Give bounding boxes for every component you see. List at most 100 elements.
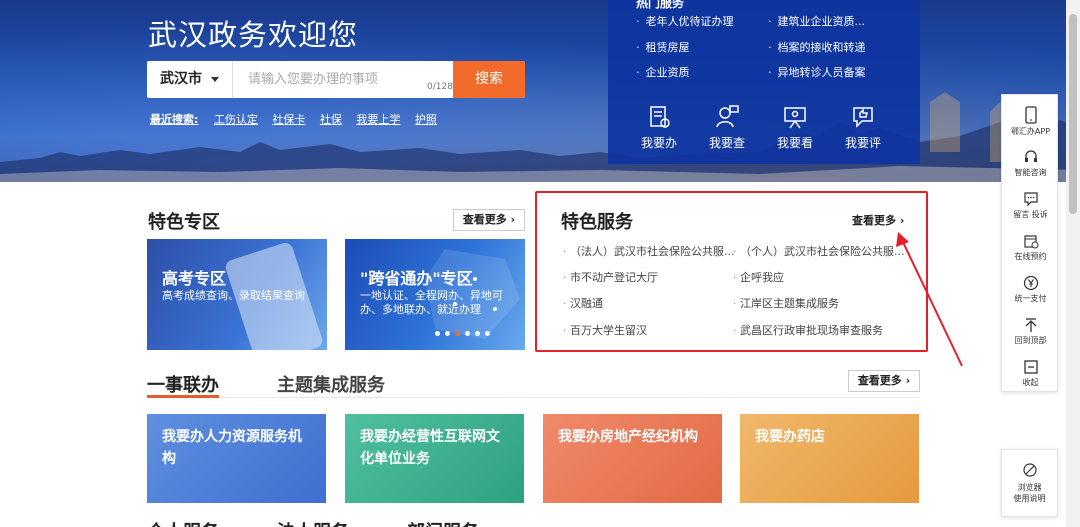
- carousel-dot[interactable]: [445, 331, 450, 336]
- sidebar-label: 智能咨询: [1014, 168, 1047, 177]
- tabs-more-button[interactable]: 查看更多 ›: [848, 370, 920, 392]
- sidebar-collapse[interactable]: 收起: [1002, 359, 1059, 388]
- carousel-dot-active[interactable]: [455, 331, 460, 336]
- thumbs-up-chat-icon: [853, 107, 873, 128]
- tab-divider: [147, 397, 920, 398]
- sidebar-consult[interactable]: 智能咨询: [1002, 149, 1059, 178]
- service-link[interactable]: 江岸区主题集成服务: [733, 295, 839, 311]
- tab-legal-person-services[interactable]: 法人服务: [277, 518, 349, 527]
- tab-one-thing-joint[interactable]: 一事联办: [147, 371, 219, 397]
- hot-service-link[interactable]: 租赁房屋: [636, 39, 690, 55]
- gaokao-zone-card[interactable]: 高考专区 高考成绩查询、录取结果查询: [147, 239, 327, 350]
- carousel-dot[interactable]: [485, 331, 490, 336]
- special-zone-more-button[interactable]: 查看更多 ›: [453, 209, 525, 231]
- service-link[interactable]: 百万大学生留汉: [563, 322, 647, 338]
- carousel-dots: [435, 331, 490, 336]
- browser-help-line2: 使用说明: [1013, 494, 1046, 503]
- sidebar-label: 统一支付: [1014, 294, 1047, 303]
- quick-action-apply[interactable]: 我要办: [629, 104, 689, 151]
- browser-help-line1: 浏览器: [1017, 483, 1042, 492]
- recent-keyword-link[interactable]: 我要上学: [356, 113, 400, 126]
- collapse-icon: [1023, 360, 1038, 374]
- search-char-counter: 0/128: [427, 82, 453, 92]
- hot-service-link[interactable]: 老年人优待证办理: [636, 13, 734, 29]
- service-tile[interactable]: 我要办经营性互联网文化单位业务: [345, 414, 524, 503]
- quick-action-label: 我要评: [844, 136, 881, 150]
- sidebar-label: 收起: [1022, 378, 1039, 387]
- special-services-more-link[interactable]: 查看更多 ›: [852, 212, 904, 228]
- yuan-icon: [1023, 275, 1038, 291]
- sidebar-label: 留言 投诉: [1013, 210, 1048, 219]
- recent-keyword-link[interactable]: 护照: [415, 113, 437, 126]
- service-link[interactable]: 武昌区行政审批现场审查服务: [733, 322, 883, 338]
- search-button[interactable]: 搜索: [453, 61, 525, 98]
- floating-sidebar: 鄂汇办APP 智能咨询 留言 投诉 在线预约 统一支付 回到顶部 收起: [1001, 94, 1058, 392]
- search-bar: 武汉市 0/128 搜索: [147, 61, 525, 98]
- quick-action-rate[interactable]: 我要评: [833, 104, 893, 151]
- card-subtitle: 一地认证、全程网办、异地可办、多地联办、就近办理: [360, 289, 503, 316]
- arrow-up-icon: [1025, 318, 1036, 332]
- special-zone-title: 特色专区: [148, 212, 220, 233]
- sidebar-payment[interactable]: 统一支付: [1002, 275, 1059, 304]
- recent-keyword-link[interactable]: 社保: [320, 113, 342, 126]
- carousel-dot[interactable]: [465, 331, 470, 336]
- caret-down-icon: [211, 77, 219, 82]
- special-services-title: 特色服务: [561, 212, 633, 233]
- chat-bubble-icon: [1023, 192, 1038, 207]
- person-search-icon: [716, 105, 739, 128]
- hero-banner: 武汉政务欢迎您 武汉市 0/128 搜索 最近搜索: 工伤认定 社保卡 社保 我…: [0, 0, 1080, 182]
- sidebar-label: 回到顶部: [1014, 336, 1047, 345]
- service-tile[interactable]: 我要办人力资源服务机构: [147, 414, 326, 503]
- quick-action-label: 我要看: [776, 136, 813, 150]
- sidebar-app[interactable]: 鄂汇办APP: [1002, 106, 1059, 137]
- card-title: 高考专区: [162, 269, 227, 288]
- headset-icon: [1024, 150, 1037, 162]
- sidebar-label: 鄂汇办APP: [1010, 127, 1051, 136]
- recent-searches-label: 最近搜索:: [150, 113, 199, 126]
- welcome-title: 武汉政务欢迎您: [148, 18, 359, 52]
- recent-searches: 最近搜索: 工伤认定 社保卡 社保 我要上学 护照: [150, 111, 448, 127]
- city-select[interactable]: 武汉市: [147, 61, 233, 98]
- recent-keyword-link[interactable]: 社保卡: [272, 113, 305, 126]
- quick-action-label: 我要查: [708, 136, 745, 150]
- hot-service-link[interactable]: 异地转诊人员备案: [768, 64, 866, 80]
- recent-keyword-link[interactable]: 工伤认定: [214, 113, 258, 126]
- card-subtitle: 高考成绩查询、录取结果查询: [162, 289, 305, 302]
- special-services-box: 特色服务 查看更多 › （法人）武汉市社会保险公共服... （个人）武汉市社会保…: [535, 191, 928, 352]
- calendar-clock-icon: [1023, 235, 1038, 249]
- service-link[interactable]: （个人）武汉市社会保险公共服...: [733, 243, 905, 259]
- service-link[interactable]: （法人）武汉市社会保险公共服...: [563, 243, 735, 259]
- city-select-label: 武汉市: [160, 71, 202, 87]
- service-link[interactable]: 市不动产登记大厅: [563, 269, 658, 285]
- hot-service-link[interactable]: 档案的接收和转递: [768, 39, 866, 55]
- active-tab-indicator: [147, 395, 219, 398]
- service-link[interactable]: 企呼我应: [733, 269, 784, 285]
- mobile-phone-icon: [1024, 106, 1037, 124]
- service-link[interactable]: 汉融通: [563, 295, 603, 311]
- sidebar-back-to-top[interactable]: 回到顶部: [1002, 317, 1059, 346]
- tab-department-services[interactable]: 部门服务: [407, 518, 479, 527]
- hot-services-panel: 热门服务 老年人优待证办理 建筑业企业资质... 租赁房屋 档案的接收和转递 企…: [608, 0, 920, 164]
- presentation-board-icon: [784, 107, 806, 129]
- quick-action-query[interactable]: 我要查: [697, 104, 757, 151]
- browser-icon: [1022, 463, 1037, 477]
- scrollbar-thumb[interactable]: [1069, 14, 1077, 214]
- browser-help-button[interactable]: 浏览器 使用说明: [1001, 449, 1058, 517]
- service-tile[interactable]: 我要办药店: [740, 414, 919, 503]
- quick-action-view[interactable]: 我要看: [765, 104, 825, 151]
- carousel-dot[interactable]: [475, 331, 480, 336]
- cross-province-zone-card[interactable]: "跨省通办"专区 一地认证、全程网办、异地可办、多地联办、就近办理: [345, 239, 525, 350]
- tab-theme-services[interactable]: 主题集成服务: [277, 371, 385, 397]
- carousel-dot[interactable]: [435, 331, 440, 336]
- tab-personal-services[interactable]: 个人服务: [147, 518, 219, 527]
- quick-action-label: 我要办: [640, 136, 677, 150]
- search-input[interactable]: [234, 61, 454, 98]
- hot-service-link[interactable]: 企业资质: [636, 64, 690, 80]
- hot-services-heading: 热门服务: [636, 0, 685, 10]
- service-tile[interactable]: 我要办房地产经纪机构: [543, 414, 722, 503]
- document-stamp-icon: [650, 106, 670, 128]
- sidebar-appointment[interactable]: 在线预约: [1002, 233, 1059, 262]
- sidebar-feedback[interactable]: 留言 投诉: [1002, 191, 1059, 220]
- card-title: "跨省通办"专区: [360, 269, 473, 288]
- hot-service-link[interactable]: 建筑业企业资质...: [768, 13, 866, 29]
